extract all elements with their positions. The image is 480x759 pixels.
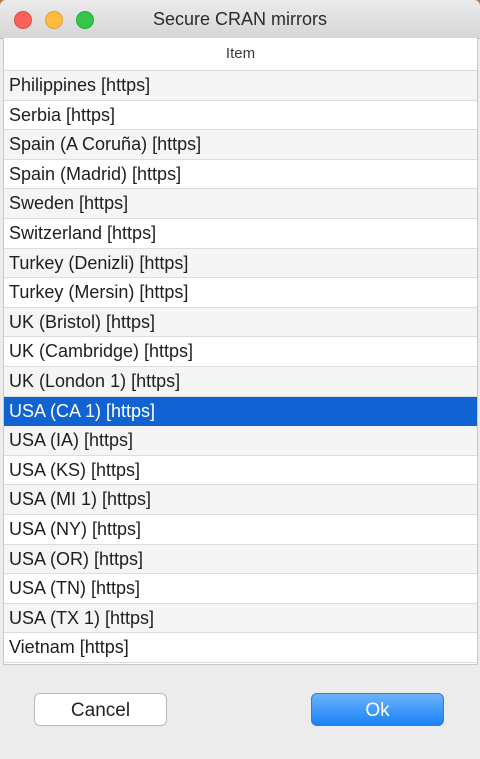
list-item[interactable]: UK (Bristol) [https] [4, 307, 477, 338]
list-item[interactable]: Philippines [https] [4, 71, 477, 101]
list-item[interactable]: USA (TX 1) [https] [4, 603, 477, 634]
list-column-header[interactable]: Item [4, 38, 477, 71]
list-item[interactable]: Spain (Madrid) [https] [4, 160, 477, 190]
list-item[interactable]: UK (Cambridge) [https] [4, 337, 477, 367]
list-item[interactable]: Switzerland [https] [4, 219, 477, 249]
mirror-list[interactable]: Item Philippines [https] Serbia [https] Sp… [3, 38, 478, 665]
list-item[interactable]: USA (TN) [https] [4, 574, 477, 604]
list-item[interactable]: UK (London 1) [https] [4, 366, 477, 397]
list-item[interactable]: USA (NY) [https] [4, 515, 477, 545]
dialog-window: Secure CRAN mirrors Item Philippines [ht… [0, 0, 480, 759]
list-item[interactable]: Turkey (Mersin) [https] [4, 278, 477, 308]
list-item[interactable]: USA (OR) [https] [4, 544, 477, 575]
list-item[interactable]: Serbia [https] [4, 101, 477, 131]
list-item[interactable]: Vietnam [https] [4, 633, 477, 663]
list-item[interactable]: Turkey (Denizli) [https] [4, 248, 477, 279]
list-item[interactable]: Sweden [https] [4, 189, 477, 219]
list-item-selected[interactable]: USA (CA 1) [https] [4, 396, 477, 427]
list-item[interactable]: USA (MI 1) [https] [4, 485, 477, 515]
ok-button[interactable]: Ok [311, 693, 444, 726]
list-item[interactable]: Spain (A Coruña) [https] [4, 130, 477, 160]
window-title: Secure CRAN mirrors [152, 9, 328, 29]
title-bar[interactable]: Secure CRAN mirrors [0, 0, 480, 39]
list-item[interactable]: USA (IA) [https] [4, 426, 477, 456]
cancel-button[interactable]: Cancel [34, 693, 167, 726]
list-item[interactable]: USA (KS) [https] [4, 456, 477, 486]
list-rows: Philippines [https] Serbia [https] Spain (… [4, 71, 477, 663]
